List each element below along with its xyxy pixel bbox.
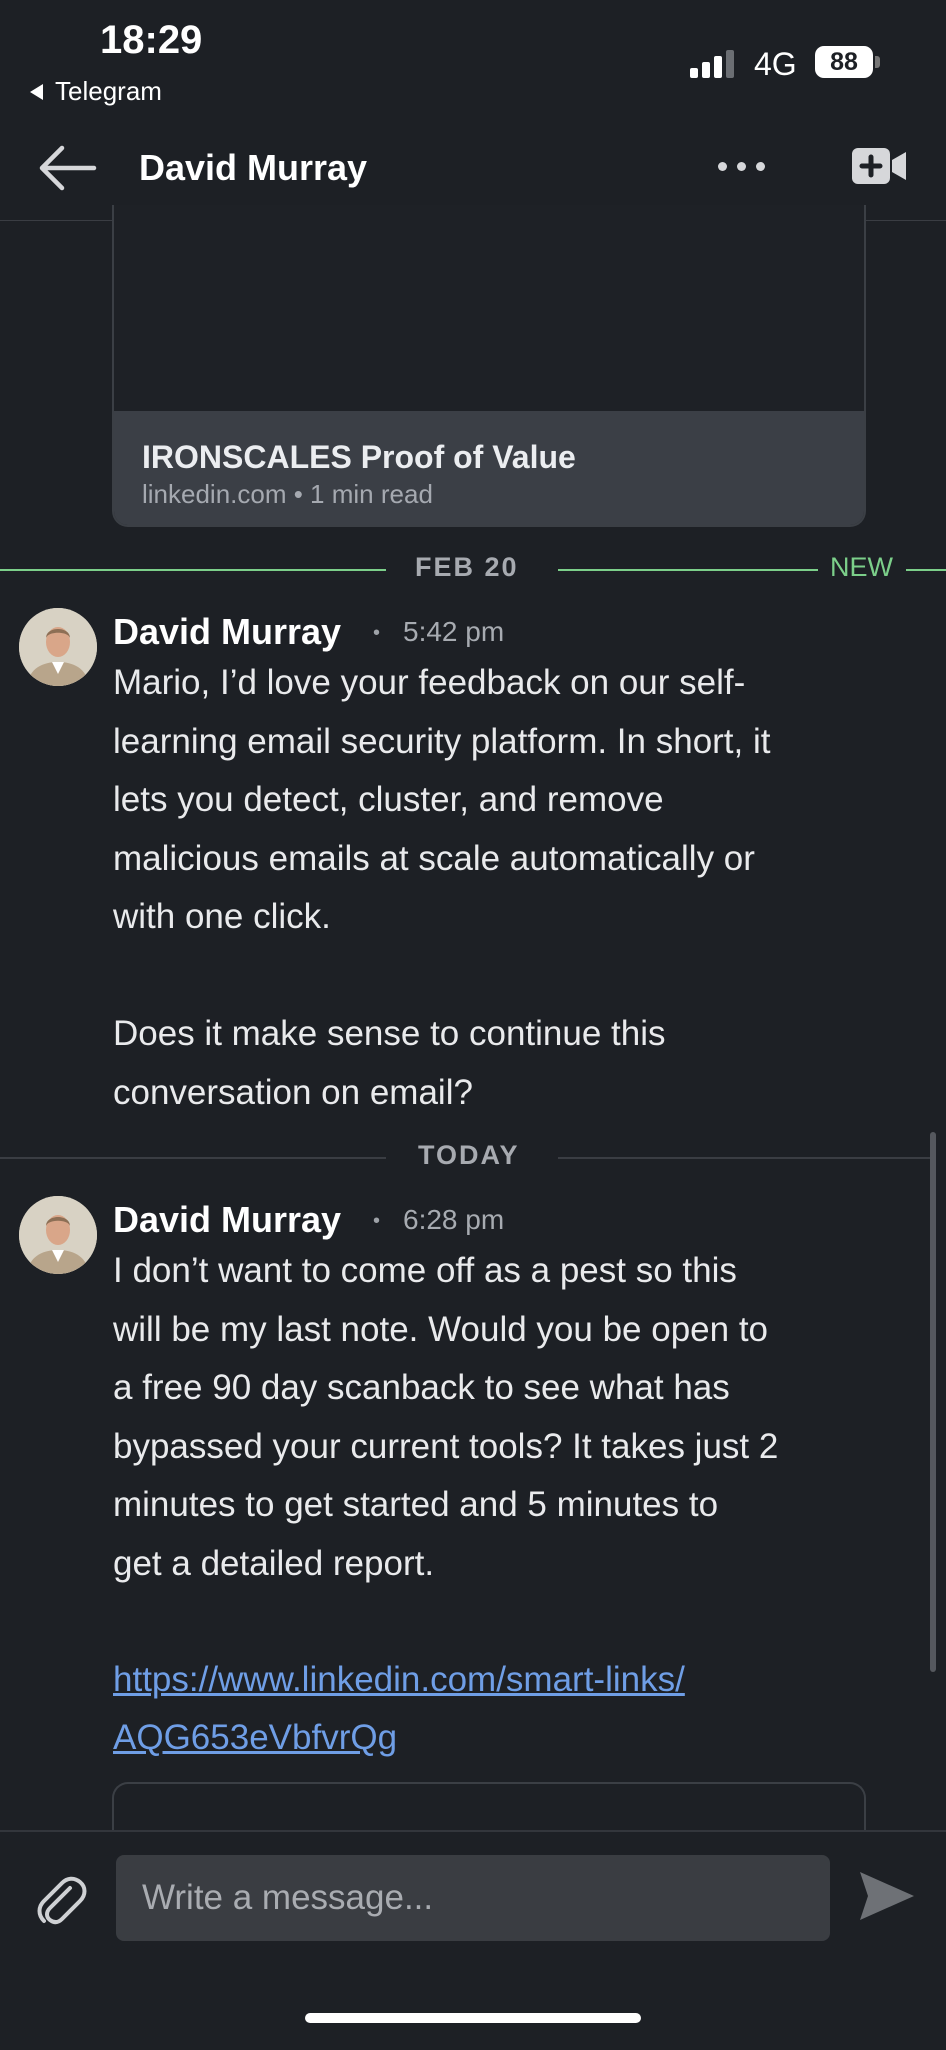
today-divider-line-right (558, 1157, 930, 1159)
new-messages-label: NEW (830, 552, 893, 582)
date-divider-line-left (0, 569, 386, 571)
scrollbar[interactable] (930, 1132, 936, 1672)
back-triangle-icon (30, 83, 43, 100)
link-preview-source: linkedin.com • 1 min read (142, 479, 433, 509)
avatar[interactable] (19, 1196, 97, 1274)
avatar-photo (19, 1196, 97, 1274)
send-icon[interactable] (858, 1870, 916, 1922)
battery-level: 88 (830, 48, 858, 76)
new-divider-line-end (906, 569, 946, 571)
message-link-line-1[interactable]: https://www.linkedin.com/smart-links/ (113, 1651, 685, 1710)
link-preview-footer: IRONSCALES Proof of Value linkedin.com •… (114, 411, 864, 525)
separator-dot: • (373, 622, 381, 644)
chat-title[interactable]: David Murray (139, 147, 367, 189)
message-text: I don’t want to come off as a pest so th… (113, 1251, 779, 1583)
link-preview-card[interactable]: IRONSCALES Proof of Value linkedin.com •… (112, 205, 866, 527)
message-input[interactable]: Write a message... (116, 1855, 830, 1941)
status-time: 18:29 (100, 18, 203, 62)
back-to-app-link[interactable]: Telegram (30, 76, 162, 107)
date-divider-line-right (558, 569, 818, 571)
video-call-icon[interactable] (852, 148, 906, 184)
link-preview-title: IRONSCALES Proof of Value (142, 439, 576, 475)
back-app-label: Telegram (55, 76, 162, 106)
message-sender[interactable]: David Murray (113, 611, 341, 653)
network-type: 4G (754, 46, 797, 82)
message-text: Mario, I’d love your feedback on our sel… (113, 663, 771, 1112)
date-divider-today: TODAY (418, 1140, 520, 1170)
separator-dot: • (373, 1210, 381, 1232)
avatar-photo (19, 608, 97, 686)
message-time: 5:42 pm (403, 616, 505, 647)
home-indicator[interactable] (305, 2013, 641, 2023)
today-divider-line-left (0, 1157, 386, 1159)
message-sender[interactable]: David Murray (113, 1199, 341, 1241)
back-arrow-icon[interactable] (38, 143, 98, 193)
more-options-icon[interactable] (718, 146, 778, 186)
cellular-signal-icon (690, 50, 734, 78)
message-time: 6:28 pm (403, 1204, 505, 1235)
battery-icon: 88 (815, 46, 881, 78)
attachment-icon[interactable] (30, 1870, 90, 1930)
date-divider-feb20: FEB 20 (415, 552, 519, 582)
avatar[interactable] (19, 608, 97, 686)
message-link-line-2[interactable]: AQG653eVbfvrQg (113, 1709, 397, 1768)
